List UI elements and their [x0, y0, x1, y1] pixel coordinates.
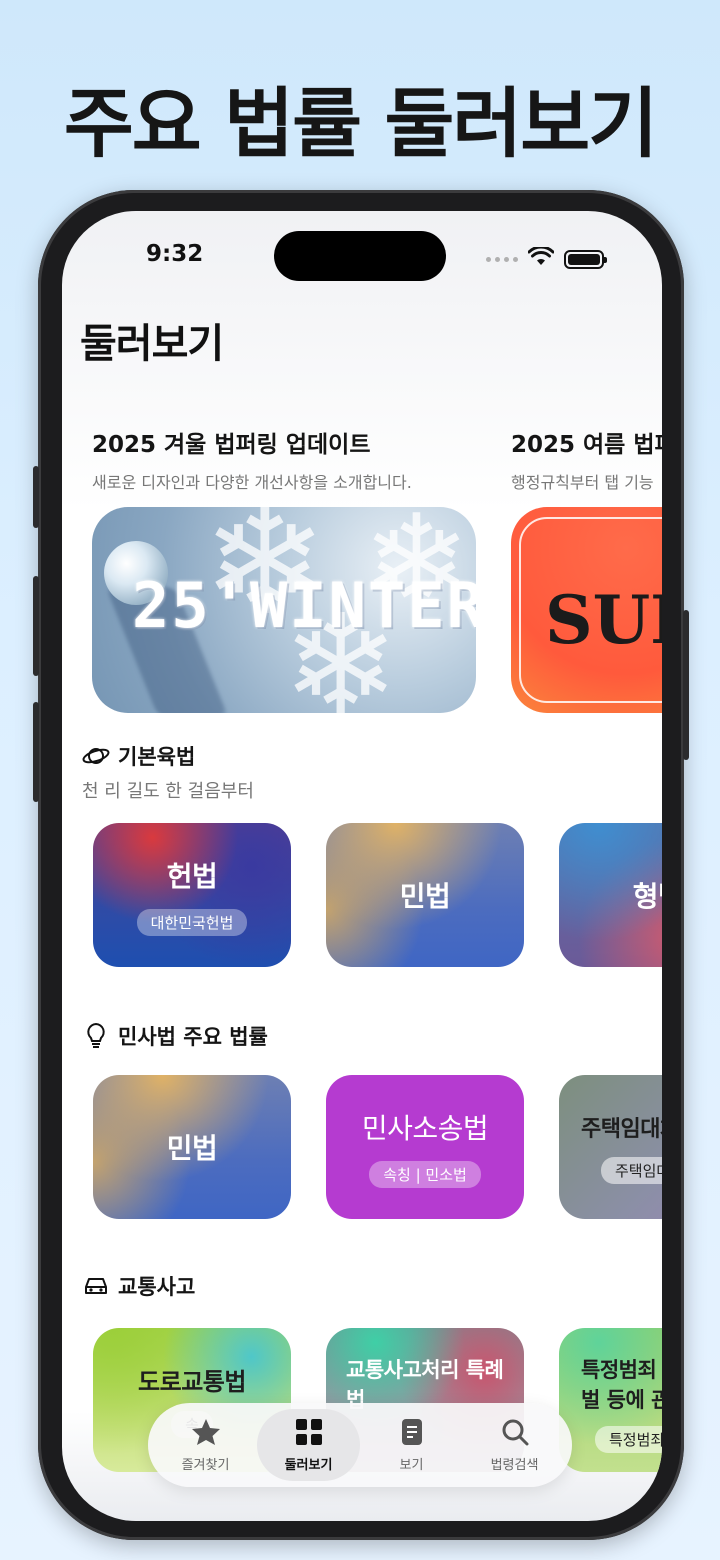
section-header-civil: 민사법 주요 법률	[82, 1021, 268, 1051]
card-title: 민법	[166, 1132, 218, 1165]
section-label: 기본육법	[118, 745, 196, 769]
phone-side-button	[33, 702, 39, 802]
banner-image-text: SUN	[545, 581, 662, 659]
law-card-housing-lease[interactable]: 주택임대차 주택임대	[559, 1075, 662, 1219]
card-badge: 대한민국헌법	[136, 908, 248, 936]
card-title: 민법	[399, 880, 451, 913]
tab-browse[interactable]: 둘러보기	[257, 1409, 360, 1481]
law-card-special-crimes[interactable]: 특정범죄 가중처벌 등에 관한 특정범죄	[559, 1328, 662, 1472]
banner-title: 2025 여름 법퍼	[511, 432, 662, 458]
document-icon	[400, 1418, 424, 1450]
banner-title: 2025 겨울 법퍼링 업데이트	[92, 432, 371, 458]
tab-bar: 즐겨찾기 둘러보기 보기 법령검색	[148, 1403, 572, 1487]
lightbulb-icon	[82, 1022, 110, 1050]
tab-label: 법령검색	[490, 1457, 539, 1473]
section-header-basic: 기본육법	[82, 741, 195, 771]
car-icon	[82, 1272, 110, 1300]
dynamic-island	[274, 231, 446, 281]
phone-side-button	[33, 466, 39, 528]
tab-view[interactable]: 보기	[360, 1409, 463, 1481]
section-label: 민사법 주요 법률	[118, 1025, 268, 1049]
banner-image-text: 25'WINTER	[132, 569, 476, 642]
app-screen: 9:32 둘러보기 2025 겨울 법퍼링 업데이트 새로운 디자인과 다양한 …	[62, 211, 662, 1521]
card-title: 특정범죄 가중처벌 등에 관한	[581, 1358, 662, 1412]
banner-summer-update[interactable]: 2025 여름 법퍼 행정규칙부터 탭 기능 SUN	[511, 425, 662, 713]
star-icon	[191, 1418, 221, 1450]
tab-label: 즐겨찾기	[181, 1457, 230, 1473]
law-card-civil-law[interactable]: 민법	[93, 1075, 291, 1219]
card-badge: 속칭 | 민소법	[369, 1160, 481, 1188]
hero-title: 주요 법률 둘러보기	[63, 79, 658, 168]
banner-subtitle: 행정규칙부터 탭 기능	[511, 473, 654, 492]
search-icon	[501, 1418, 529, 1450]
signal-dots-icon	[486, 256, 518, 262]
wifi-icon	[527, 245, 555, 271]
law-card-constitution[interactable]: 헌법 대한민국헌법	[93, 823, 291, 967]
card-badge: 특정범죄	[595, 1426, 662, 1453]
tab-label: 보기	[399, 1457, 424, 1473]
status-time: 9:32	[146, 241, 204, 267]
card-badge: 주택임대	[601, 1156, 662, 1184]
status-icons	[486, 245, 607, 271]
section-header-traffic: 교통사고	[82, 1271, 195, 1301]
banner-image-summer: SUN	[511, 507, 662, 713]
card-title: 도로교통법	[138, 1368, 246, 1396]
phone-side-button	[683, 610, 689, 760]
banner-subtitle: 새로운 디자인과 다양한 개선사항을 소개합니다.	[92, 473, 412, 492]
banner-image-winter: ❄ ❄ ❄ 25'WINTER	[92, 507, 476, 713]
section-label: 교통사고	[118, 1275, 196, 1299]
page-title: 둘러보기	[80, 321, 224, 367]
law-card-civil-procedure[interactable]: 민사소송법 속칭 | 민소법	[326, 1075, 524, 1219]
grid-icon	[295, 1418, 323, 1450]
phone-side-button	[33, 576, 39, 676]
card-title: 민사소송법	[361, 1111, 489, 1145]
banner-winter-update[interactable]: 2025 겨울 법퍼링 업데이트 새로운 디자인과 다양한 개선사항을 소개합니…	[92, 425, 482, 713]
section-subtitle: 천 리 길도 한 걸음부터	[82, 781, 254, 802]
law-card-civil-law[interactable]: 민법	[326, 823, 524, 967]
tab-law-search[interactable]: 법령검색	[463, 1409, 566, 1481]
card-title: 주택임대차	[581, 1116, 662, 1142]
tab-favorites[interactable]: 즐겨찾기	[154, 1409, 257, 1481]
card-title: 헌법	[166, 859, 218, 893]
tab-label: 둘러보기	[284, 1457, 333, 1473]
law-card-criminal-law[interactable]: 형법	[559, 823, 662, 967]
battery-icon	[564, 249, 607, 269]
card-title: 형법	[632, 880, 662, 913]
planet-icon	[82, 742, 110, 770]
